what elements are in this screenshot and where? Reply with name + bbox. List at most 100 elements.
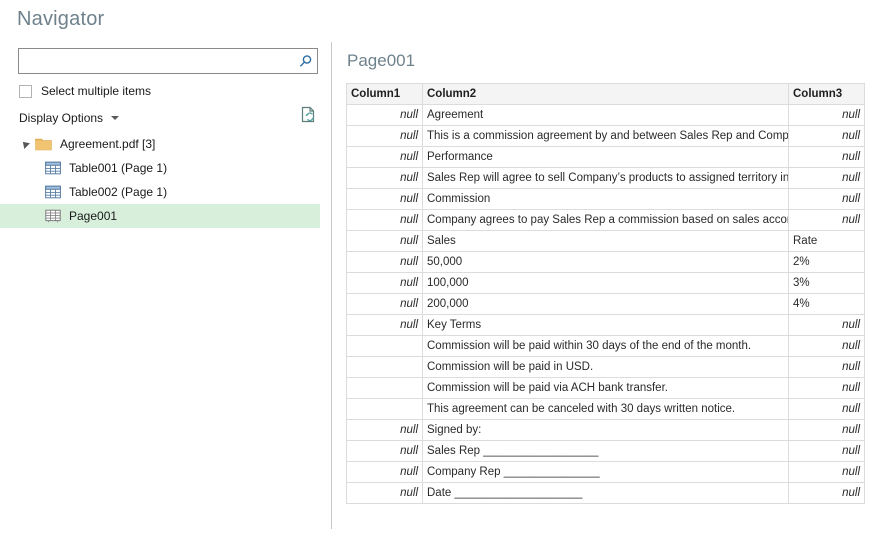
search-box[interactable]	[18, 48, 318, 74]
navigator-left-pane: Navigator Select multiple items Display …	[0, 0, 331, 536]
table-icon	[44, 161, 61, 176]
cell-column1	[346, 377, 423, 399]
cell-column2: This is a commission agreement by and be…	[422, 125, 789, 147]
table-row[interactable]: null Sales Rep will agree to sell Company…	[346, 167, 865, 189]
preview-table-body: null Agreement null null This is a commissio…	[346, 104, 865, 504]
cell-column1: null	[346, 272, 423, 294]
table-row[interactable]: null Signed by: null	[346, 419, 865, 441]
search-icon[interactable]	[293, 49, 317, 73]
table-row[interactable]: This agreement can be canceled with 30 d…	[346, 398, 865, 420]
tree-node-page001[interactable]: Page001	[0, 204, 320, 228]
select-multiple-items-checkbox[interactable]	[19, 84, 32, 98]
cell-column3: null	[788, 146, 865, 168]
cell-column1: null	[346, 419, 423, 441]
cell-column3: null	[788, 104, 865, 126]
cell-column2: Key Terms	[422, 314, 789, 336]
page-title: Navigator	[17, 8, 105, 30]
column-header-1[interactable]: Column1	[346, 83, 423, 105]
table-row[interactable]: null Agreement null	[346, 104, 865, 126]
cell-column3: null	[788, 314, 865, 336]
cell-column2: Commission will be paid within 30 days o…	[422, 335, 789, 357]
cell-column3: null	[788, 125, 865, 147]
tree-node-table002[interactable]: Table002 (Page 1)	[0, 180, 320, 204]
chevron-down-icon[interactable]	[111, 116, 120, 120]
cell-column1: null	[346, 167, 423, 189]
tree-node-label: Page001	[69, 209, 118, 223]
cell-column1: null	[346, 125, 423, 147]
cell-column2: Commission will be paid in USD.	[422, 356, 789, 378]
cell-column3: null	[788, 419, 865, 441]
column-header-3[interactable]: Column3	[788, 83, 865, 105]
cell-column3: null	[788, 482, 865, 504]
cell-column3: null	[788, 356, 865, 378]
cell-column1: null	[346, 209, 423, 231]
select-multiple-items-label: Select multiple items	[41, 84, 152, 98]
table-row[interactable]: Commission will be paid within 30 days o…	[346, 335, 865, 357]
cell-column2: Signed by:	[422, 419, 789, 441]
cell-column3: null	[788, 461, 865, 483]
cell-column2: This agreement can be canceled with 30 d…	[422, 398, 789, 420]
cell-column3: null	[788, 167, 865, 189]
cell-column3: null	[788, 440, 865, 462]
table-row[interactable]: null 200,000 4%	[346, 293, 865, 315]
table-row[interactable]: null Performance null	[346, 146, 865, 168]
table-row[interactable]: null 50,000 2%	[346, 251, 865, 273]
column-header-2[interactable]: Column2	[422, 83, 789, 105]
table-header-row: Column1 Column2 Column3	[346, 83, 865, 105]
navigator-tree: Agreement.pdf [3] Table001 (Page 1) Tabl…	[0, 132, 320, 228]
tree-node-table001[interactable]: Table001 (Page 1)	[0, 156, 320, 180]
cell-column2: 200,000	[422, 293, 789, 315]
table-row[interactable]: null Commission null	[346, 188, 865, 210]
cell-column1: null	[346, 461, 423, 483]
table-row[interactable]: null Date ____________________ null	[346, 482, 865, 504]
tree-node-label: Agreement.pdf [3]	[60, 137, 156, 151]
page-refresh-icon[interactable]	[299, 104, 319, 126]
cell-column1: null	[346, 440, 423, 462]
cell-column1: null	[346, 146, 423, 168]
cell-column2: Agreement	[422, 104, 789, 126]
cell-column3: null	[788, 188, 865, 210]
cell-column2: Date ____________________	[422, 482, 789, 504]
cell-column2: Performance	[422, 146, 789, 168]
display-options-dropdown[interactable]: Display Options	[19, 109, 120, 127]
table-row[interactable]: null 100,000 3%	[346, 272, 865, 294]
preview-title: Page001	[347, 51, 416, 70]
table-row[interactable]: null Company Rep _______________ null	[346, 461, 865, 483]
cell-column2: 50,000	[422, 251, 789, 273]
cell-column2: 100,000	[422, 272, 789, 294]
cell-column1	[346, 398, 423, 420]
table-row[interactable]: null Key Terms null	[346, 314, 865, 336]
cell-column2: Sales	[422, 230, 789, 252]
tree-node-label: Table001 (Page 1)	[69, 161, 168, 175]
display-options-label: Display Options	[19, 111, 104, 125]
select-multiple-items-row[interactable]: Select multiple items	[19, 82, 151, 100]
cell-column3: null	[788, 377, 865, 399]
cell-column2: Commission	[422, 188, 789, 210]
cell-column1	[346, 356, 423, 378]
cell-column2: Commission will be paid via ACH bank tra…	[422, 377, 789, 399]
table-row[interactable]: null This is a commission agreement by an…	[346, 125, 865, 147]
preview-table: Column1 Column2 Column3 null Agreement nul…	[346, 83, 865, 504]
cell-column2: Sales Rep will agree to sell Company’s p…	[422, 167, 789, 189]
cell-column1: null	[346, 293, 423, 315]
page-table-icon	[44, 209, 61, 224]
search-input[interactable]	[24, 49, 291, 73]
cell-column1: null	[346, 314, 423, 336]
cell-column3: 3%	[788, 272, 865, 294]
table-row[interactable]: null Sales Rate	[346, 230, 865, 252]
table-row[interactable]: null Sales Rep __________________ null	[346, 440, 865, 462]
tree-node-label: Table002 (Page 1)	[69, 185, 168, 199]
cell-column3: Rate	[788, 230, 865, 252]
table-row[interactable]: Commission will be paid in USD. null	[346, 356, 865, 378]
tree-node-agreement-pdf[interactable]: Agreement.pdf [3]	[0, 132, 320, 156]
cell-column3: null	[788, 335, 865, 357]
table-row[interactable]: null Company agrees to pay Sales Rep a co…	[346, 209, 865, 231]
cell-column1: null	[346, 188, 423, 210]
expander-collapse-icon[interactable]	[20, 139, 30, 149]
cell-column3: null	[788, 209, 865, 231]
cell-column1	[346, 335, 423, 357]
cell-column1: null	[346, 230, 423, 252]
table-row[interactable]: Commission will be paid via ACH bank tra…	[346, 377, 865, 399]
cell-column2: Company Rep _______________	[422, 461, 789, 483]
preview-table-container[interactable]: Column1 Column2 Column3 null Agreement nul…	[346, 83, 865, 504]
